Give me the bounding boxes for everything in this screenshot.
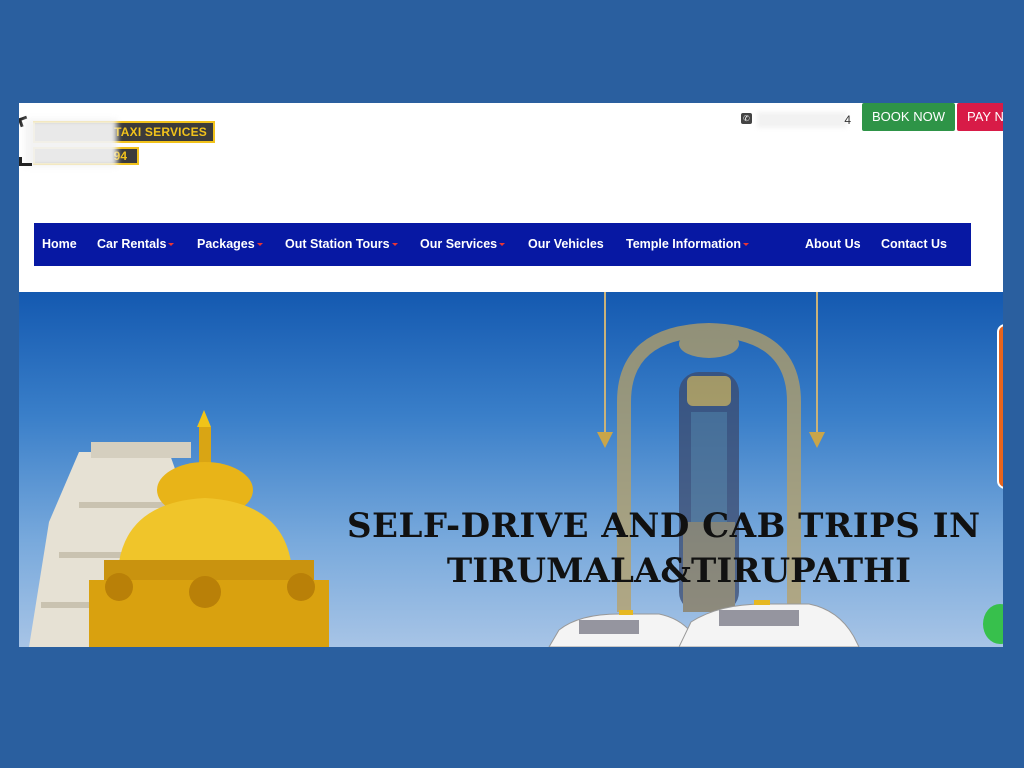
caret-down-icon — [391, 243, 398, 247]
logo-redacted-area — [25, 119, 117, 167]
side-enquiry-tab[interactable] — [997, 324, 1003, 489]
nav-item-home[interactable]: Home — [42, 237, 77, 251]
caret-down-icon — [499, 243, 506, 247]
hero-banner: SELF-DRIVE AND CAB TRIPS IN TIRUMALA&TIR… — [19, 292, 1003, 647]
nav-item-about-us[interactable]: About Us — [805, 237, 861, 251]
caret-down-icon — [743, 243, 750, 247]
nav-item-label: Our Services — [420, 237, 498, 251]
nav-item-our-services[interactable]: Our Services — [420, 237, 506, 251]
nav-item-out-station-tours[interactable]: Out Station Tours — [285, 237, 398, 251]
nav-item-label: Contact Us — [881, 237, 947, 251]
nav-item-label: Packages — [197, 237, 255, 251]
caret-down-icon — [256, 243, 263, 247]
hanging-lamp-icon — [597, 432, 613, 448]
nav-item-car-rentals[interactable]: Car Rentals — [97, 237, 175, 251]
hero-headline-line2: TIRUMALA&TIRUPATHI — [446, 551, 912, 591]
nav-item-our-vehicles[interactable]: Our Vehicles — [528, 237, 604, 251]
nav-item-label: Temple Information — [626, 237, 742, 251]
nav-item-label: Out Station Tours — [285, 237, 390, 251]
phone-icon: ✆ — [741, 113, 752, 124]
logo-corner-mark — [19, 157, 32, 166]
caret-down-icon — [168, 243, 175, 247]
nav-item-label: Home — [42, 237, 77, 251]
logo-text: TAXI SERVICES — [114, 125, 207, 139]
website-page: TAXI SERVICES 94 ✆ 4 BOOK NOW PAY N Home… — [19, 103, 1003, 647]
nav-item-label: Our Vehicles — [528, 237, 604, 251]
nav-item-label: Car Rentals — [97, 237, 167, 251]
nav-item-packages[interactable]: Packages — [197, 237, 263, 251]
hanging-lamp-icon — [809, 432, 825, 448]
pay-now-button[interactable]: PAY N — [957, 103, 1003, 131]
nav-item-temple-information[interactable]: Temple Information — [626, 237, 750, 251]
site-logo[interactable]: TAXI SERVICES 94 — [19, 115, 219, 169]
book-now-button[interactable]: BOOK NOW — [862, 103, 955, 131]
header-phone[interactable]: ✆ 4 — [739, 110, 859, 132]
main-navigation: Home Car Rentals Packages Out Station To… — [34, 223, 971, 266]
hero-illustration — [29, 292, 860, 647]
hero-headline-line1: SELF-DRIVE AND CAB TRIPS IN — [347, 506, 981, 546]
nav-item-label: About Us — [805, 237, 861, 251]
phone-number: 4 — [844, 113, 851, 127]
nav-item-contact-us[interactable]: Contact Us — [881, 237, 947, 251]
